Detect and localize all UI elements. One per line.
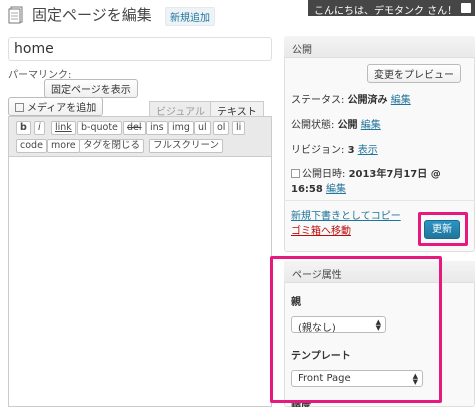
time-row: 16:58 編集 [291,180,346,195]
quicktags-toolbar: b i link b-quote del ins img ul ol li co… [9,117,271,157]
date-label: 公開日時: [302,169,346,180]
calendar-icon [291,169,300,178]
visibility-value: 公開 [337,120,358,131]
revisions-row: リビジョン: 3 表示 [291,141,378,156]
qt-img-button[interactable]: img [168,121,194,135]
add-media-label: メディアを追加 [27,103,97,114]
qt-italic-button[interactable]: i [34,121,45,135]
date-edit-link[interactable]: 編集 [326,184,346,195]
qt-ol-button[interactable]: ol [213,121,230,135]
tab-text[interactable]: テキスト [210,101,264,118]
avatar[interactable] [461,3,471,13]
status-row: ステータス: 公開済み 編集 [291,91,411,106]
qt-bold-button[interactable]: b [16,121,31,135]
revisions-view-link[interactable]: 表示 [358,145,378,156]
page-title: 固定ページを編集 [32,6,152,24]
title-input[interactable] [8,37,272,61]
publish-heading: 公開 [284,36,475,58]
divider [284,200,475,201]
attributes-highlight-box [270,256,442,403]
status-value: 公開済み [347,95,388,106]
qt-more-button[interactable]: more [47,139,80,153]
date-row: 公開日時: 2013年7月17日 @ [291,165,441,180]
howdy-text[interactable]: こんにちは、デモタンク さん！ [314,6,457,17]
status-label: ステータス: [291,95,345,106]
media-icon [15,103,24,112]
tab-visual[interactable]: ビジュアル [149,101,212,118]
qt-link-button[interactable]: link [51,121,76,135]
copy-as-draft-link[interactable]: 新規下書きとしてコピー [291,207,401,222]
qt-li-button[interactable]: li [232,121,246,135]
revisions-value: 3 [347,145,355,156]
qt-close-tags-button[interactable]: タグを閉じる [79,139,145,153]
date-value: 2013年7月17日 @ [348,169,441,180]
qt-ul-button[interactable]: ul [194,121,211,135]
content-editor[interactable] [8,116,272,407]
move-to-trash-link[interactable]: ゴミ箱へ移動 [291,222,351,237]
qt-del-button[interactable]: del [123,121,146,135]
show-page-button[interactable]: 固定ページを表示 [44,79,138,98]
qt-bquote-button[interactable]: b-quote [77,121,122,135]
page-icon [8,6,23,24]
visibility-edit-link[interactable]: 編集 [361,120,381,131]
update-highlight-box [418,212,468,246]
howdy-bar[interactable]: こんにちは、デモタンク さん！ [308,0,475,17]
qt-ins-button[interactable]: ins [146,121,168,135]
qt-fullscreen-button[interactable]: フルスクリーン [149,139,224,153]
add-new-button[interactable]: 新規追加 [165,7,215,26]
time-value: 16:58 [291,184,323,195]
visibility-row: 公開状態: 公開 編集 [291,116,381,131]
preview-changes-button[interactable]: 変更をプレビュー [367,64,461,83]
status-edit-link[interactable]: 編集 [391,95,411,106]
qt-code-button[interactable]: code [16,139,47,153]
add-media-button[interactable]: メディアを追加 [8,97,104,116]
visibility-label: 公開状態: [291,120,335,131]
revisions-label: リビジョン: [291,145,345,156]
